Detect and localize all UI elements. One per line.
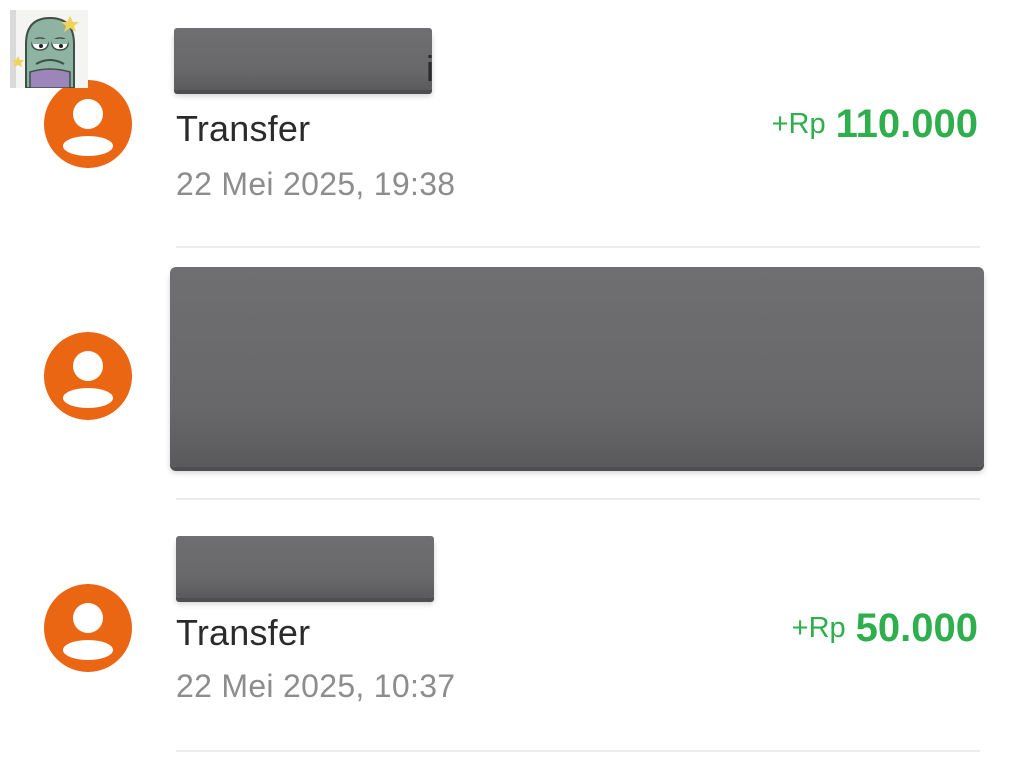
transaction-date: 22 Mei 2025, 19:38 (176, 166, 456, 202)
currency-label: +Rp (791, 612, 846, 644)
redacted-transaction-details (170, 267, 984, 467)
transaction-date: 22 Mei 2025, 10:37 (176, 668, 456, 704)
divider (176, 246, 980, 248)
transaction-amount: +Rp 110.000 (772, 102, 978, 147)
redacted-sender-name (176, 536, 434, 598)
transaction-list: i Transfer 22 Mei 2025, 19:38 +Rp 110.000 (0, 0, 1024, 782)
transaction-type: Transfer (176, 108, 311, 149)
user-avatar-icon (44, 584, 132, 672)
user-avatar-icon (44, 80, 132, 168)
currency-label: +Rp (771, 108, 826, 140)
user-avatar-icon (44, 332, 132, 420)
cartoon-sticker-icon (10, 10, 88, 89)
amount-value: 50.000 (855, 606, 978, 650)
transaction-type: Transfer (176, 612, 311, 653)
redacted-sender-name (174, 28, 432, 90)
sender-name-tail: i (426, 48, 434, 89)
divider (176, 750, 980, 752)
divider (176, 498, 980, 500)
transaction-amount: +Rp 50.000 (792, 606, 978, 651)
amount-value: 110.000 (835, 102, 978, 146)
